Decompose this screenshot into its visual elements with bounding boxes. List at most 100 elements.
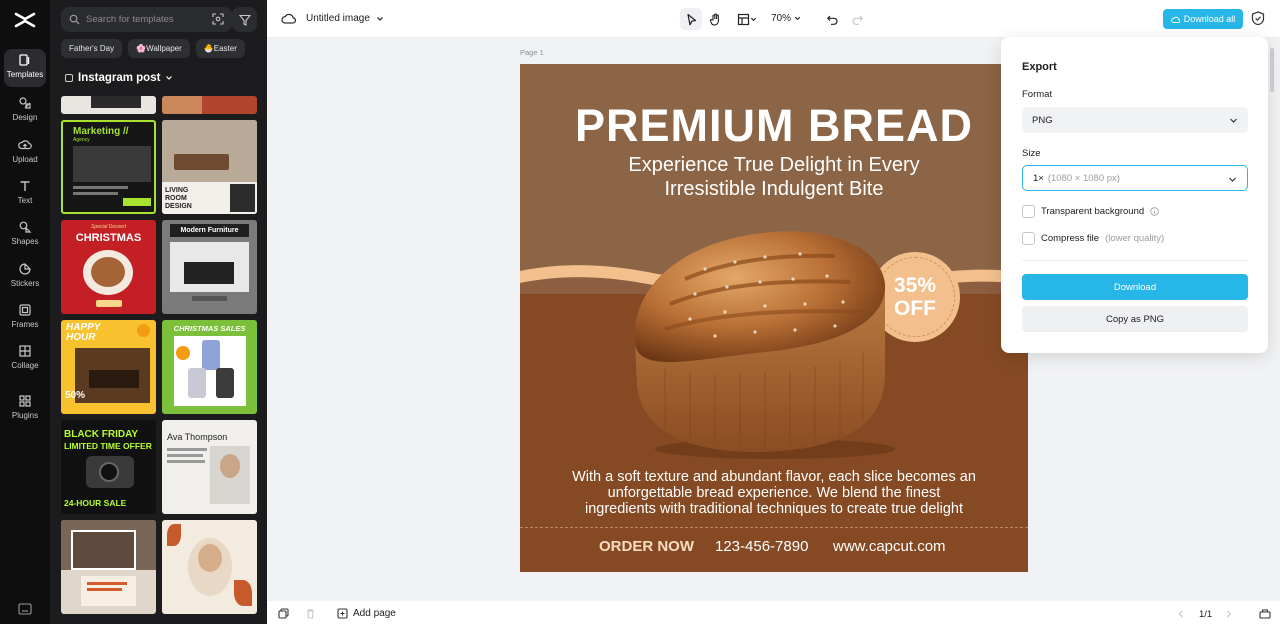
- body-line-1: With a soft texture and abundant flavor,…: [572, 469, 976, 485]
- layout-menu[interactable]: [734, 8, 760, 30]
- export-popover: Export Format PNG Size 1× (1080 × 1080 p…: [1001, 37, 1268, 353]
- template-title: Modern Furniture: [180, 227, 239, 234]
- format-value: PNG: [1032, 114, 1053, 126]
- top-toolbar: Untitled image 70% Download all: [267, 0, 1280, 38]
- sidebar-item-upload[interactable]: Upload: [4, 134, 46, 172]
- sidebar-item-templates[interactable]: Templates: [4, 49, 46, 87]
- subheadline-line-1: Experience True Delight in Every: [628, 154, 920, 176]
- pointer-icon: [686, 13, 696, 25]
- artboard-headline[interactable]: PREMIUM BREAD: [520, 100, 1028, 152]
- download-all-button[interactable]: Download all: [1163, 9, 1243, 29]
- hand-tool[interactable]: [704, 8, 726, 30]
- page-counter: 1/1: [1199, 609, 1213, 620]
- template-card[interactable]: CHRISTMAS SALES: [162, 320, 257, 414]
- sidebar-item-plugins[interactable]: Plugins: [4, 390, 46, 428]
- zoom-dropdown[interactable]: 70%: [771, 13, 801, 24]
- info-icon[interactable]: [1150, 207, 1159, 216]
- category-dropdown[interactable]: Instagram post: [65, 72, 173, 84]
- bread-loaf-image[interactable]: [615, 224, 915, 464]
- sidebar-item-stickers[interactable]: Stickers: [4, 258, 46, 296]
- keyboard-icon[interactable]: [18, 603, 32, 615]
- redo-button[interactable]: [846, 8, 868, 30]
- compress-file-note: (lower quality): [1105, 233, 1165, 244]
- sidebar-item-label: Plugins: [11, 411, 39, 420]
- image-search-icon[interactable]: [212, 13, 224, 25]
- template-card[interactable]: Ava Thompson: [162, 420, 257, 514]
- right-panel-scrollbar[interactable]: [1270, 48, 1274, 92]
- artboard-body-copy[interactable]: With a soft texture and abundant flavor,…: [520, 469, 1028, 517]
- template-card[interactable]: Special Dessert CHRISTMAS: [61, 220, 156, 314]
- template-card[interactable]: Marketing // Agency: [61, 120, 156, 214]
- upload-cloud-icon: [1170, 16, 1180, 23]
- layers-icon[interactable]: [1259, 608, 1271, 619]
- template-card[interactable]: [162, 96, 257, 114]
- sidebar-item-label: Text: [17, 196, 33, 205]
- template-card[interactable]: LIVING ROOM DESIGN: [162, 120, 257, 214]
- phone-number-text[interactable]: 123-456-7890: [715, 538, 808, 555]
- chevron-down-icon: [1230, 118, 1237, 123]
- template-card[interactable]: [61, 96, 156, 114]
- template-card[interactable]: Modern Furniture: [162, 220, 257, 314]
- templates-icon: [19, 54, 30, 66]
- template-title: Marketing //: [73, 126, 129, 137]
- next-page-icon[interactable]: [1225, 610, 1233, 618]
- document-title-dropdown[interactable]: Untitled image: [306, 13, 384, 24]
- sidebar-item-label: Upload: [12, 155, 38, 164]
- template-card[interactable]: [162, 520, 257, 614]
- undo-button[interactable]: [821, 8, 843, 30]
- sidebar-item-design[interactable]: Design: [4, 92, 46, 130]
- compress-file-checkbox[interactable]: [1022, 232, 1035, 245]
- search-input[interactable]: [86, 14, 196, 25]
- download-all-label: Download all: [1183, 14, 1236, 24]
- sidebar-item-label: Templates: [6, 70, 44, 79]
- download-button[interactable]: Download: [1022, 274, 1248, 300]
- delete-page-icon[interactable]: [305, 608, 316, 619]
- transparent-background-option[interactable]: Transparent background: [1022, 205, 1159, 218]
- format-select[interactable]: PNG: [1022, 107, 1248, 133]
- zoom-level: 70%: [771, 13, 792, 24]
- layout-icon: [737, 13, 750, 25]
- design-artboard[interactable]: PREMIUM BREAD Experience True Delight in…: [520, 64, 1028, 572]
- sidebar-item-shapes[interactable]: Shapes: [4, 216, 46, 254]
- chip-fathers-day[interactable]: Father's Day: [61, 39, 123, 58]
- website-text[interactable]: www.capcut.com: [833, 538, 946, 555]
- transparent-background-checkbox[interactable]: [1022, 205, 1035, 218]
- chip-wallpaper[interactable]: 🌸Wallpaper: [128, 39, 190, 58]
- shapes-icon: [19, 221, 32, 233]
- compress-file-option[interactable]: Compress file (lower quality): [1022, 232, 1164, 245]
- select-tool[interactable]: [680, 8, 702, 30]
- chip-easter[interactable]: 🐣Easter: [195, 39, 245, 58]
- copy-as-png-button[interactable]: Copy as PNG: [1022, 306, 1248, 332]
- duplicate-page-icon[interactable]: [278, 608, 289, 619]
- add-page-label: Add page: [353, 608, 396, 619]
- capcut-logo: [14, 12, 36, 28]
- sidebar-item-frames[interactable]: Frames: [4, 299, 46, 337]
- chevron-down-icon: [166, 76, 173, 80]
- size-value: 1×: [1033, 172, 1044, 184]
- template-card[interactable]: BLACK FRIDAY LIMITED TIME OFFER 24-HOUR …: [61, 420, 156, 514]
- previous-page-icon[interactable]: [1177, 610, 1185, 618]
- sidebar-item-collage[interactable]: Collage: [4, 340, 46, 378]
- template-card[interactable]: HAPPY HOUR 50%: [61, 320, 156, 414]
- document-title: Untitled image: [306, 13, 370, 24]
- compress-file-label: Compress file: [1041, 233, 1100, 244]
- stickers-icon: [19, 263, 31, 275]
- shield-check-icon[interactable]: [1251, 11, 1265, 26]
- body-line-3: ingredients with traditional techniques …: [584, 501, 964, 517]
- size-select[interactable]: 1× (1080 × 1080 px): [1022, 165, 1248, 191]
- order-now-text[interactable]: ORDER NOW: [599, 538, 694, 555]
- body-line-2: unforgettable bread experience. We blend…: [607, 485, 941, 501]
- template-title: LIVING ROOM DESIGN: [165, 187, 192, 210]
- format-label: Format: [1022, 89, 1053, 100]
- add-page-button[interactable]: Add page: [337, 608, 396, 619]
- chevron-down-icon: [750, 17, 757, 21]
- artboard-subheadline[interactable]: Experience True Delight in Every Irresis…: [520, 153, 1028, 201]
- template-search[interactable]: [61, 7, 232, 32]
- filter-button[interactable]: [232, 7, 257, 32]
- upload-icon: [18, 140, 32, 150]
- sidebar-item-text[interactable]: Text: [4, 175, 46, 213]
- cloud-sync-icon[interactable]: [281, 12, 296, 25]
- page-label: Page 1: [520, 48, 544, 57]
- template-card[interactable]: [61, 520, 156, 614]
- tag-chips: Father's Day 🌸Wallpaper 🐣Easter: [61, 39, 245, 58]
